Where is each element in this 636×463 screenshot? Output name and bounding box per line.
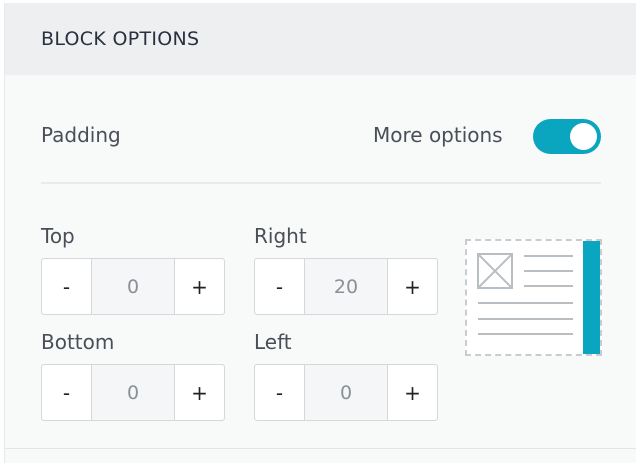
bottom-divider [5, 448, 636, 449]
panel-header: BLOCK OPTIONS [5, 3, 636, 75]
padding-label: Padding [41, 123, 121, 147]
left-increment-button[interactable]: + [387, 365, 437, 420]
top-decrement-button[interactable]: - [42, 259, 92, 314]
top-value-input[interactable]: 0 [92, 259, 174, 314]
right-stepper: - 20 + [254, 258, 438, 315]
bottom-stepper: - 0 + [41, 364, 225, 421]
left-decrement-button[interactable]: - [255, 365, 305, 420]
more-options-label: More options [373, 123, 503, 147]
left-stepper: - 0 + [254, 364, 438, 421]
right-value-input[interactable]: 20 [305, 259, 387, 314]
top-label: Top [41, 224, 75, 248]
panel-title: BLOCK OPTIONS [41, 28, 200, 50]
divider [41, 182, 601, 184]
right-increment-button[interactable]: + [387, 259, 437, 314]
preview-illustration [477, 241, 600, 354]
bottom-label: Bottom [41, 330, 115, 354]
top-increment-button[interactable]: + [174, 259, 224, 314]
toggle-knob [570, 123, 597, 150]
right-label: Right [254, 224, 307, 248]
bottom-value-input[interactable]: 0 [92, 365, 174, 420]
block-options-panel: BLOCK OPTIONS Padding More options Top -… [4, 3, 636, 463]
top-stepper: - 0 + [41, 258, 225, 315]
more-options-toggle[interactable] [533, 119, 601, 154]
left-label: Left [254, 330, 292, 354]
bottom-increment-button[interactable]: + [174, 365, 224, 420]
block-padding-preview-icon [465, 239, 602, 356]
left-value-input[interactable]: 0 [305, 365, 387, 420]
right-decrement-button[interactable]: - [255, 259, 305, 314]
bottom-decrement-button[interactable]: - [42, 365, 92, 420]
